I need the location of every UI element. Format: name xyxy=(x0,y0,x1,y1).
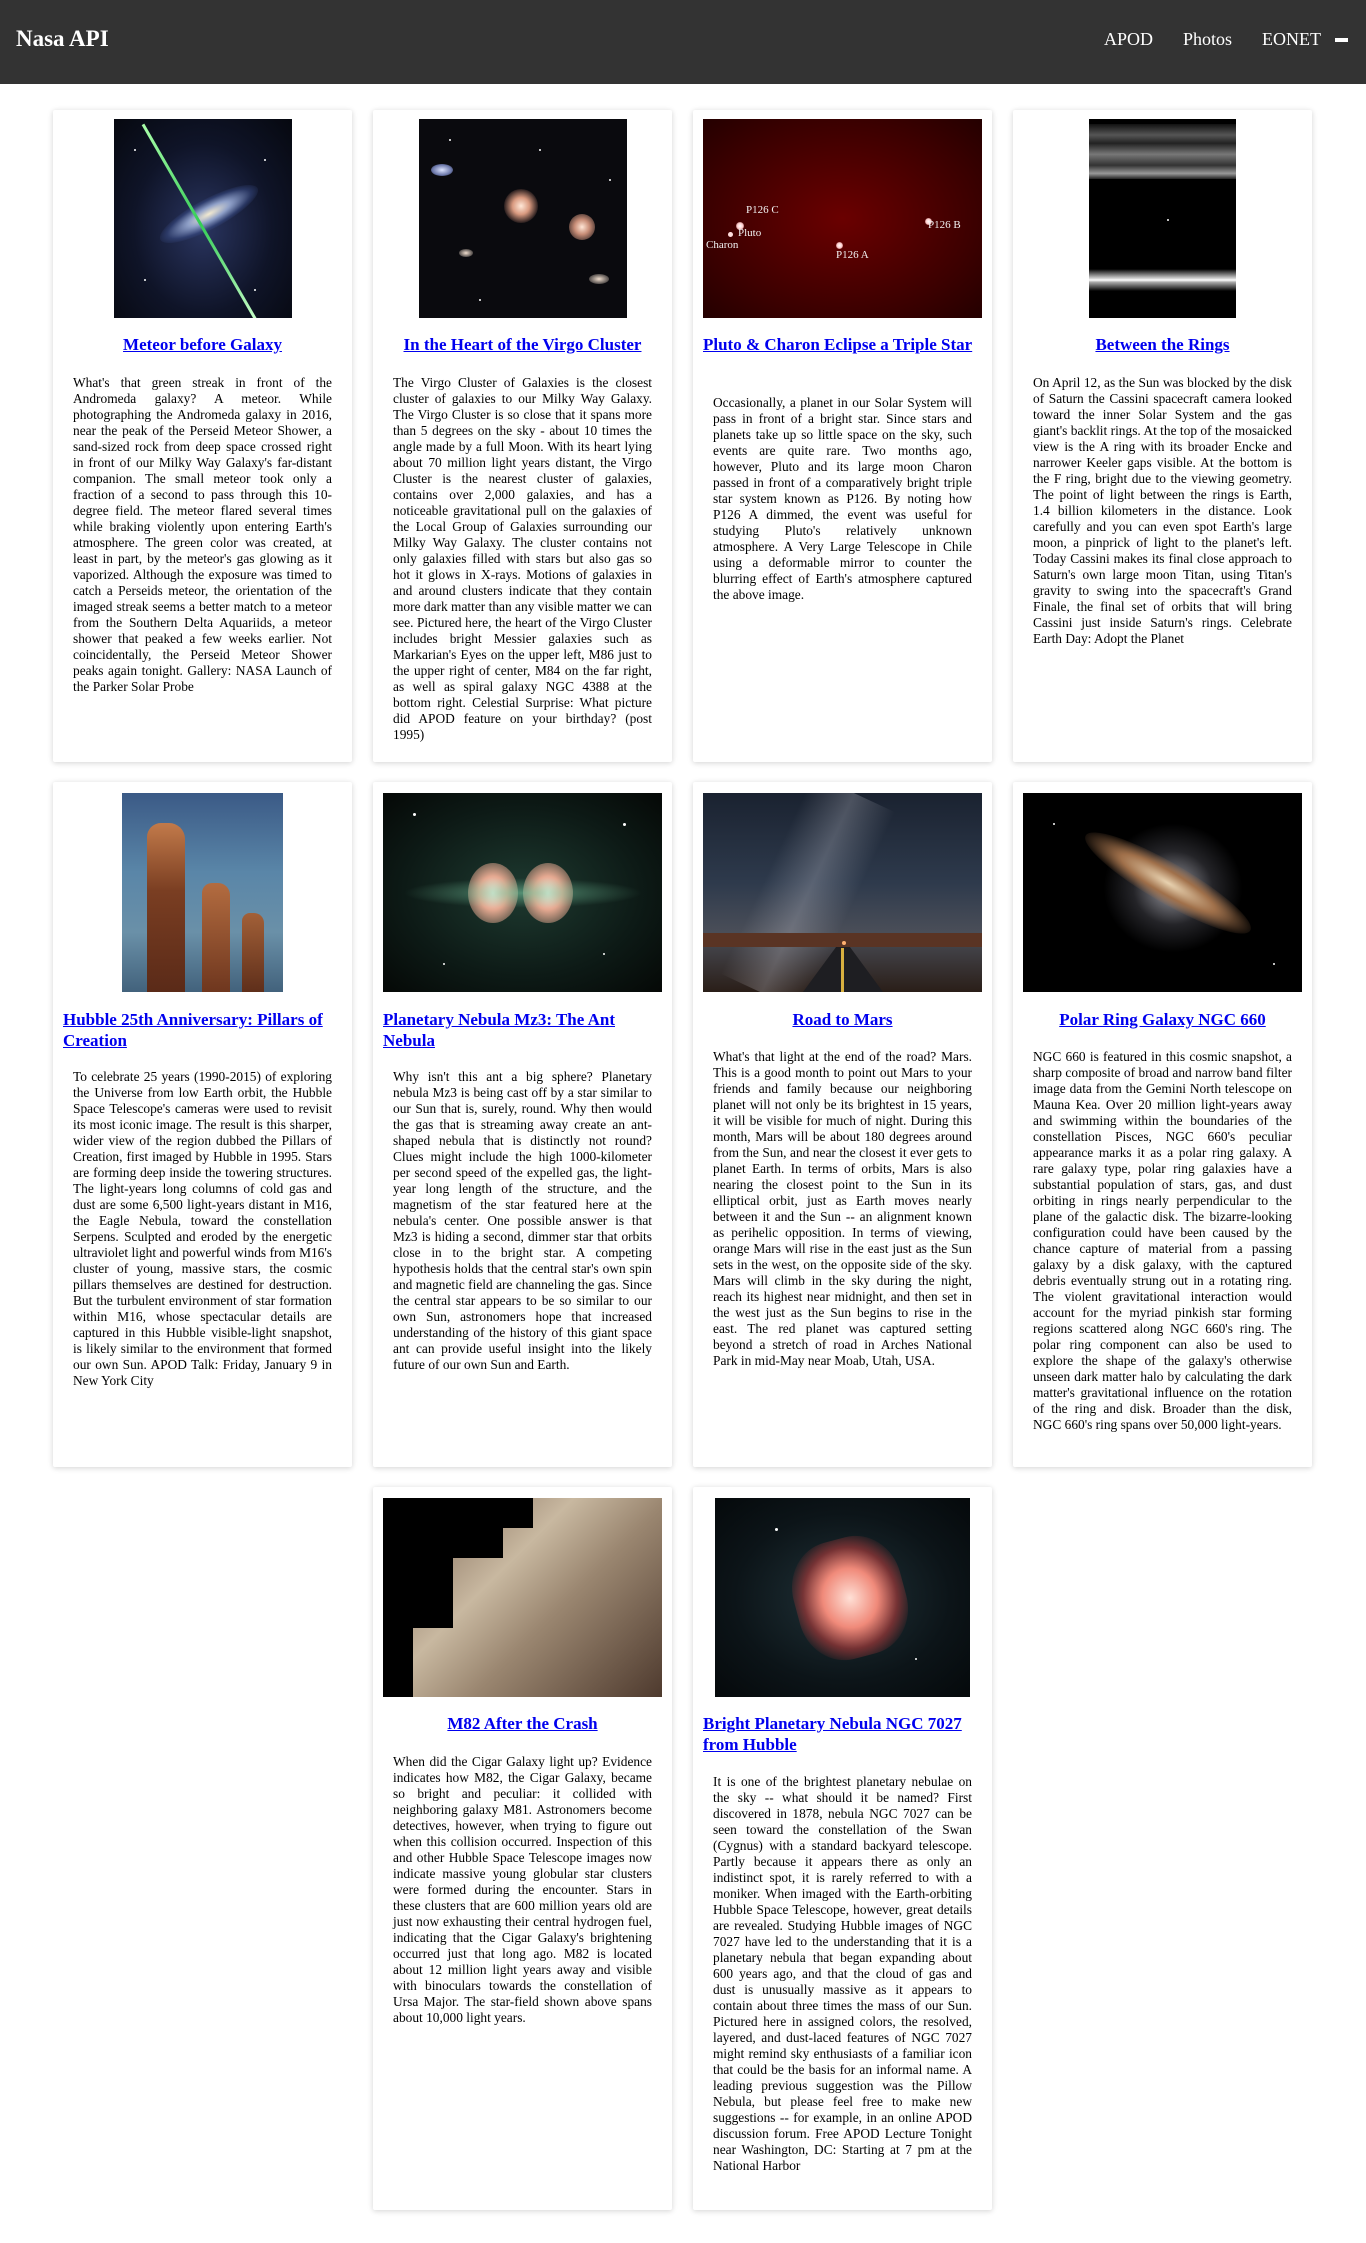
image-label: P126 C xyxy=(746,204,779,216)
card-image[interactable] xyxy=(383,1498,662,1697)
card-title-link[interactable]: Meteor before Galaxy xyxy=(63,334,342,355)
apod-card: In the Heart of the Virgo Cluster The Vi… xyxy=(373,110,672,762)
card-title-link[interactable]: Hubble 25th Anniversary: Pillars of Crea… xyxy=(63,1009,342,1051)
apod-card: Polar Ring Galaxy NGC 660 NGC 660 is fea… xyxy=(1013,782,1312,1467)
card-image[interactable] xyxy=(122,793,283,992)
apod-card: Planetary Nebula Mz3: The Ant Nebula Why… xyxy=(373,782,672,1467)
nav-links: APOD Photos EONET xyxy=(1074,29,1348,50)
card-description: When did the Cigar Galaxy light up? Evid… xyxy=(393,1754,652,2025)
card-description: NGC 660 is featured in this cosmic snaps… xyxy=(1033,1049,1292,1432)
card-description: It is one of the brightest planetary neb… xyxy=(713,1774,972,2173)
apod-card: P126 C Pluto Charon P126 B P126 A Pluto … xyxy=(693,110,992,762)
apod-card: Hubble 25th Anniversary: Pillars of Crea… xyxy=(53,782,352,1467)
card-description: The Virgo Cluster of Galaxies is the clo… xyxy=(393,375,652,742)
nav-link-apod[interactable]: APOD xyxy=(1104,29,1153,50)
card-image[interactable] xyxy=(1089,119,1236,318)
card-title-link[interactable]: Pluto & Charon Eclipse a Triple Star xyxy=(703,334,982,355)
card-description: Occasionally, a planet in our Solar Syst… xyxy=(713,395,972,602)
apod-card: Road to Mars What's that light at the en… xyxy=(693,782,992,1467)
card-title-link[interactable]: Planetary Nebula Mz3: The Ant Nebula xyxy=(383,1009,662,1051)
card-description: What's that green streak in front of the… xyxy=(73,375,332,694)
apod-card: Meteor before Galaxy What's that green s… xyxy=(53,110,352,762)
card-image[interactable] xyxy=(383,793,662,992)
nav-link-photos[interactable]: Photos xyxy=(1183,29,1232,50)
top-navbar: Nasa API APOD Photos EONET xyxy=(0,0,1366,84)
card-image[interactable] xyxy=(114,119,292,318)
card-image[interactable] xyxy=(1023,793,1302,992)
apod-card: Between the Rings On April 12, as the Su… xyxy=(1013,110,1312,762)
nav-link-eonet[interactable]: EONET xyxy=(1262,29,1321,50)
image-label: Pluto xyxy=(738,227,762,239)
apod-card: Bright Planetary Nebula NGC 7027 from Hu… xyxy=(693,1487,992,2210)
card-title-link[interactable]: M82 After the Crash xyxy=(383,1713,662,1734)
card-title-link[interactable]: Between the Rings xyxy=(1023,334,1302,355)
card-description: To celebrate 25 years (1990-2015) of exp… xyxy=(73,1069,332,1388)
brand-logo[interactable]: Nasa API xyxy=(16,26,109,52)
menu-collapse-icon[interactable] xyxy=(1335,37,1348,42)
card-title-link[interactable]: Polar Ring Galaxy NGC 660 xyxy=(1023,1009,1302,1030)
apod-card: M82 After the Crash When did the Cigar G… xyxy=(373,1487,672,2210)
card-image[interactable] xyxy=(703,793,982,992)
card-title-link[interactable]: Road to Mars xyxy=(703,1009,982,1030)
card-title-link[interactable]: In the Heart of the Virgo Cluster xyxy=(383,334,662,355)
card-image[interactable]: P126 C Pluto Charon P126 B P126 A xyxy=(703,119,982,318)
image-label: P126 B xyxy=(928,219,961,231)
card-description: On April 12, as the Sun was blocked by t… xyxy=(1033,375,1292,646)
image-label: Charon xyxy=(706,239,739,251)
card-image[interactable] xyxy=(419,119,627,318)
card-description: Why isn't this ant a big sphere? Planeta… xyxy=(393,1069,652,1372)
card-title-link[interactable]: Bright Planetary Nebula NGC 7027 from Hu… xyxy=(703,1713,982,1755)
card-image[interactable] xyxy=(715,1498,970,1697)
card-description: What's that light at the end of the road… xyxy=(713,1049,972,1368)
image-label: P126 A xyxy=(836,249,869,261)
